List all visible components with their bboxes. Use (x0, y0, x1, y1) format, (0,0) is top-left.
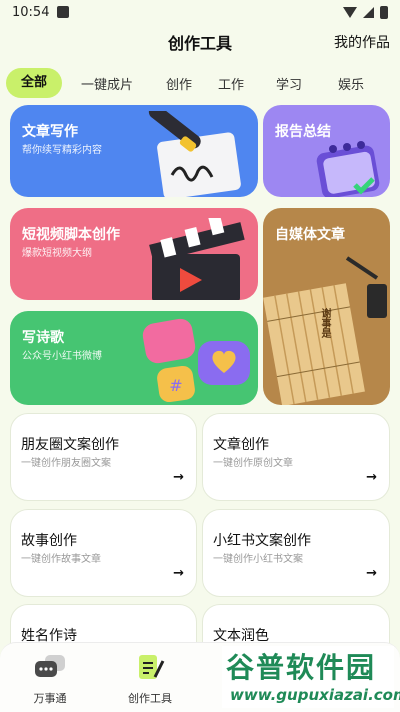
tab-one-click[interactable]: 一键成片 (62, 74, 152, 93)
card-subtitle: 爆款短视频大纲 (22, 248, 92, 259)
tool-subtitle: 一键创作原创文章 (213, 458, 293, 469)
tab-study[interactable]: 学习 (260, 74, 318, 93)
arrow-right-icon: → (366, 566, 377, 581)
xiaohongshu-copy-tool[interactable]: 小红书文案创作 一键创作小红书文案 → (202, 509, 390, 597)
card-subtitle: 帮你续写精彩内容 (22, 145, 102, 156)
tab-entertainment[interactable]: 娱乐 (318, 74, 384, 93)
my-works-link[interactable]: 我的作品 (334, 32, 390, 52)
short-video-script-card[interactable]: 短视频脚本创作 爆款短视频大纲 (10, 208, 258, 300)
category-tabs: 全部 一键成片 创作 工作 学习 娱乐 (0, 66, 400, 100)
tool-subtitle: 一键创作朋友圈文案 (21, 458, 111, 469)
moments-copy-tool[interactable]: 朋友圈文案创作 一键创作朋友圈文案 → (10, 413, 197, 501)
tool-title: 朋友圈文案创作 (21, 437, 119, 453)
card-title: 自媒体文章 (275, 227, 345, 243)
calendar-icon (316, 141, 380, 197)
arrow-right-icon: → (173, 566, 184, 581)
card-subtitle: 公众号小红书微博 (22, 351, 102, 362)
nav-item-creation-tools[interactable]: 创作工具 (110, 653, 190, 706)
watermark-title: 谷普软件园 (226, 651, 377, 684)
article-creation-tool[interactable]: 文章创作 一键创作原创文章 → (202, 413, 390, 501)
tool-title: 文章创作 (213, 437, 269, 453)
nav-item-wanshitong[interactable]: 万事通 (10, 653, 90, 706)
poem-writing-card[interactable]: 写诗歌 公众号小红书微博 # (10, 311, 258, 405)
tool-title: 小红书文案创作 (213, 533, 311, 549)
watermark-url: www.gupuxiazai.com (230, 686, 400, 704)
article-writing-card[interactable]: 文章写作 帮你续写精彩内容 (10, 105, 258, 197)
chat-bubbles-icon: # (142, 318, 250, 403)
status-time: 10:54 (12, 4, 50, 20)
pen-document-icon (139, 655, 165, 679)
self-media-article-card[interactable]: 自媒体文章 谢事是 (263, 208, 390, 405)
nav-label: 万事通 (33, 692, 67, 705)
card-title: 写诗歌 (22, 330, 64, 346)
header: 创作工具 我的作品 (0, 24, 400, 60)
tool-subtitle: 一键创作小红书文案 (213, 554, 303, 565)
arrow-right-icon: → (173, 470, 184, 485)
tool-subtitle: 一键创作故事文章 (21, 554, 101, 565)
pen-paper-icon (148, 111, 241, 197)
battery-icon (380, 5, 388, 19)
tab-create[interactable]: 创作 (156, 74, 202, 93)
svg-text:#: # (169, 376, 182, 395)
nav-label: 创作工具 (128, 692, 172, 705)
card-title: 短视频脚本创作 (22, 227, 120, 243)
signal-icon (363, 6, 374, 18)
clapperboard-icon (149, 218, 245, 300)
watermark: 谷普软件园 www.gupuxiazai.com (222, 646, 400, 708)
page-title: 创作工具 (167, 34, 232, 53)
tab-work[interactable]: 工作 (202, 74, 260, 93)
arrow-right-icon: → (366, 470, 377, 485)
report-summary-card[interactable]: 报告总结 (263, 105, 390, 197)
story-creation-tool[interactable]: 故事创作 一键创作故事文章 → (10, 509, 197, 597)
wifi-icon (343, 6, 357, 18)
status-bar: 10:54 (0, 0, 400, 24)
chat-bubbles-icon (35, 655, 65, 677)
tool-title: 故事创作 (21, 533, 77, 549)
tab-all[interactable]: 全部 (6, 68, 62, 98)
scroll-text: 谢事是 (319, 308, 330, 338)
card-title: 文章写作 (22, 124, 78, 140)
sim-icon (57, 6, 70, 18)
card-title: 报告总结 (275, 124, 331, 140)
